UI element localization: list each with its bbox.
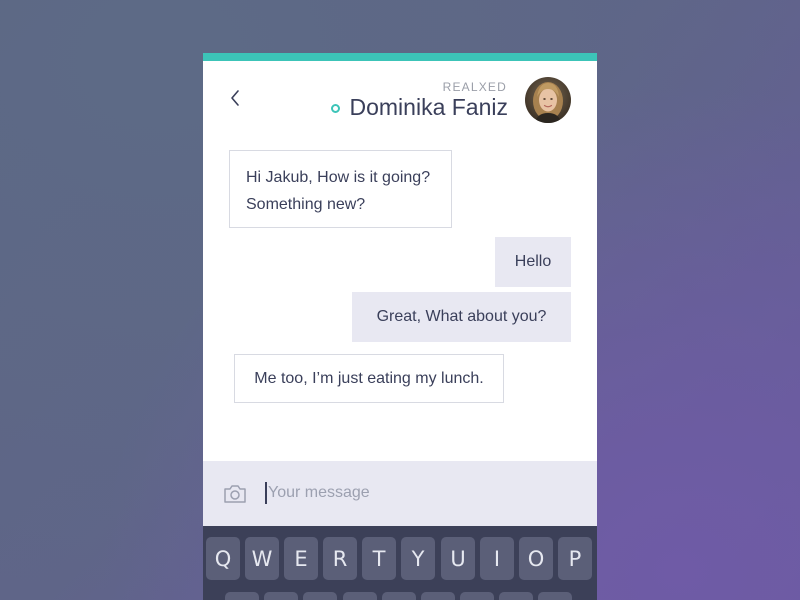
key-row2[interactable] [264,592,298,600]
key-q[interactable]: Q [206,537,240,580]
message-line: Something new? [246,196,366,213]
key-row2[interactable] [460,592,494,600]
message-incoming: Hi Jakub, How is it going? Something new… [229,150,452,228]
key-row2[interactable] [225,592,259,600]
key-row2[interactable] [343,592,377,600]
key-row2[interactable] [538,592,572,600]
key-row2[interactable] [421,592,455,600]
camera-icon [224,485,246,503]
chat-screen: REALXED Dominika Faniz Hi Jakub, How is … [203,53,597,600]
key-o[interactable]: O [519,537,553,580]
key-y[interactable]: Y [401,537,435,580]
back-chevron-icon [231,90,239,106]
key-row2[interactable] [382,592,416,600]
key-p[interactable]: P [558,537,592,580]
text-caret [265,482,267,504]
message-line: Hi Jakub, How is it going? [246,169,431,186]
message-outgoing: Great, What about you? [352,292,571,342]
message-incoming: Me too, I’m just eating my lunch. [234,354,504,403]
key-u[interactable]: U [441,537,475,580]
keyboard: Q W E R T Y U I O P [203,526,597,600]
key-row2[interactable] [303,592,337,600]
key-e[interactable]: E [284,537,318,580]
key-w[interactable]: W [245,537,279,580]
key-row2[interactable] [499,592,533,600]
avatar[interactable] [525,77,571,123]
key-t[interactable]: T [362,537,396,580]
contact-status: REALXED [442,80,507,94]
message-input[interactable] [268,479,568,507]
back-button[interactable] [225,87,245,109]
online-status-icon [331,104,340,113]
message-outgoing: Hello [495,237,571,287]
key-r[interactable]: R [323,537,357,580]
compose-bar [203,461,597,526]
camera-button[interactable] [223,483,247,505]
contact-name: Dominika Faniz [349,94,509,120]
key-i[interactable]: I [480,537,514,580]
accent-top-bar [203,53,597,61]
